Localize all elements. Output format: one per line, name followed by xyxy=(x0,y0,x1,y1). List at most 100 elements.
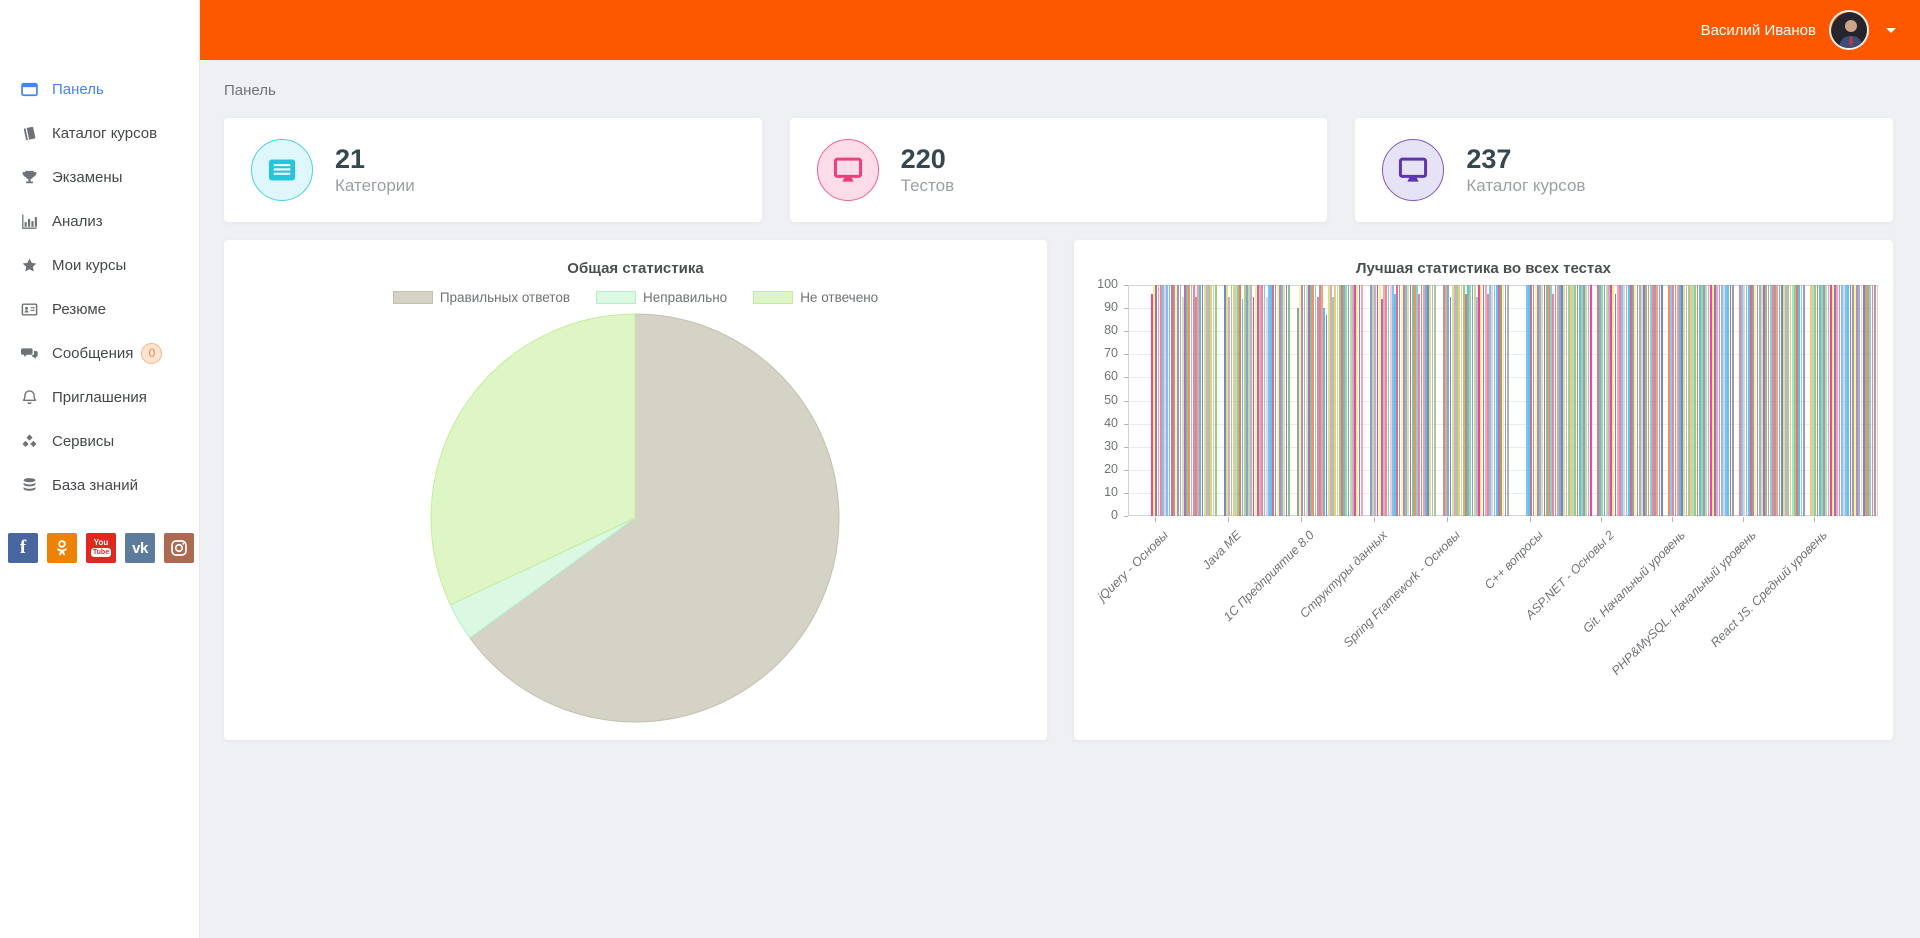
facebook-glyph: f xyxy=(20,537,26,559)
sidebar-item-analysis[interactable]: Анализ xyxy=(0,199,199,243)
y-axis-label: 10 xyxy=(1074,485,1118,499)
x-tick xyxy=(1672,517,1673,522)
legend-swatch xyxy=(393,291,433,304)
stat-label: Тестов xyxy=(901,176,954,196)
sidebar-item-label: Анализ xyxy=(52,213,103,230)
bar xyxy=(1874,285,1876,516)
vk-icon[interactable]: vk xyxy=(125,533,155,563)
user-name: Василий Иванов xyxy=(1701,22,1816,39)
x-axis-label: jQuery - Основы xyxy=(1095,528,1171,604)
bell-icon xyxy=(20,388,38,406)
y-tick xyxy=(1124,516,1128,517)
cubes-icon xyxy=(20,432,38,450)
y-axis-label: 100 xyxy=(1074,277,1118,291)
list-icon xyxy=(251,139,313,201)
x-tick xyxy=(1374,517,1375,522)
user-menu[interactable]: Василий Иванов xyxy=(1701,0,1896,60)
sidebar-item-my-courses[interactable]: Мои курсы xyxy=(0,243,199,287)
pie-legend: Правильных ответов Неправильно Не отвечено xyxy=(224,290,1047,305)
y-axis-label: 80 xyxy=(1074,323,1118,337)
sidebar-item-resume[interactable]: Резюме xyxy=(0,287,199,331)
x-tick xyxy=(1301,517,1302,522)
x-axis-label: Spring Framework - Основы xyxy=(1341,528,1463,650)
sidebar-item-panel[interactable]: Панель xyxy=(0,67,199,111)
bar xyxy=(1661,285,1663,516)
bar xyxy=(1732,285,1734,516)
y-tick xyxy=(1124,493,1128,494)
sidebar-item-messages[interactable]: Сообщения 0 xyxy=(0,331,199,375)
stat-value: 21 xyxy=(335,144,415,175)
sidebar-item-label: Сообщения xyxy=(52,345,133,362)
x-tick xyxy=(1155,517,1156,522)
sidebar-item-label: Каталог курсов xyxy=(52,125,157,142)
y-tick xyxy=(1124,447,1128,448)
sidebar-item-exams[interactable]: Экзамены xyxy=(0,155,199,199)
odnoklassniki-icon[interactable] xyxy=(47,533,77,563)
y-axis-label: 90 xyxy=(1074,300,1118,314)
sidebar-item-course-catalog[interactable]: Каталог курсов xyxy=(0,111,199,155)
youtube-icon[interactable]: YouTube xyxy=(86,533,116,563)
sidebar-item-label: Резюме xyxy=(52,301,106,318)
x-axis-label: C++ вопросы xyxy=(1482,528,1546,592)
stat-text: 237Каталог курсов xyxy=(1466,144,1585,195)
y-tick xyxy=(1124,470,1128,471)
legend-item: Неправильно xyxy=(596,290,727,305)
sidebar-item-label: Мои курсы xyxy=(52,257,126,274)
y-tick xyxy=(1124,285,1128,286)
stat-value: 220 xyxy=(901,144,954,175)
sidebar-item-services[interactable]: Сервисы xyxy=(0,419,199,463)
monitor-icon xyxy=(817,139,879,201)
y-tick xyxy=(1124,331,1128,332)
main-content: Панель 21Категории 220Тестов 237Каталог ку… xyxy=(200,60,1920,938)
y-tick xyxy=(1124,308,1128,309)
sidebar-item-label: Сервисы xyxy=(52,433,114,450)
chevron-down-icon xyxy=(1886,28,1896,33)
avatar[interactable] xyxy=(1829,10,1869,50)
bar xyxy=(1361,285,1363,516)
x-tick xyxy=(1447,517,1448,522)
instagram-icon[interactable] xyxy=(164,533,194,563)
y-axis-label: 50 xyxy=(1074,393,1118,407)
legend-item: Не отвечено xyxy=(753,290,878,305)
sidebar-nav: Панель Каталог курсов Экзамены Анализ Мои ку… xyxy=(0,0,199,507)
avatar-image xyxy=(1831,12,1869,50)
monitor-icon xyxy=(1382,139,1444,201)
stat-text: 220Тестов xyxy=(901,144,954,195)
window-icon xyxy=(20,80,38,98)
book-icon xyxy=(20,124,38,142)
y-axis-label: 70 xyxy=(1074,346,1118,360)
bar xyxy=(1803,285,1805,516)
bar xyxy=(1507,285,1509,516)
pie-chart-title: Общая статистика xyxy=(224,260,1047,277)
bar xyxy=(1215,285,1217,516)
legend-swatch xyxy=(596,291,636,304)
chart-icon xyxy=(20,212,38,230)
x-tick xyxy=(1228,517,1229,522)
stat-card-courses: 237Каталог курсов xyxy=(1355,118,1893,222)
stat-value: 237 xyxy=(1466,144,1585,175)
y-tick xyxy=(1124,377,1128,378)
legend-label: Правильных ответов xyxy=(440,290,570,305)
youtube-glyph: YouTube xyxy=(91,539,111,557)
stat-card-tests: 220Тестов xyxy=(790,118,1328,222)
y-axis-label: 40 xyxy=(1074,416,1118,430)
y-axis-label: 60 xyxy=(1074,369,1118,383)
bar-chart-card: Лучшая статистика во всех тестах 0102030… xyxy=(1074,240,1893,740)
messages-badge: 0 xyxy=(141,343,162,364)
sidebar-item-label: База знаний xyxy=(52,477,138,494)
stat-label: Категории xyxy=(335,176,415,196)
x-tick xyxy=(1530,517,1531,522)
database-icon xyxy=(20,476,38,494)
stat-label: Каталог курсов xyxy=(1466,176,1585,196)
bar-chart: 0102030405060708090100jQuery - ОсновыJav… xyxy=(1074,240,1893,740)
y-axis-label: 0 xyxy=(1074,508,1118,522)
facebook-icon[interactable]: f xyxy=(8,533,38,563)
sidebar-item-invitations[interactable]: Приглашения xyxy=(0,375,199,419)
pie-chart-card: Общая статистика Правильных ответов Непра… xyxy=(224,240,1047,740)
x-axis-label: Java ME xyxy=(1200,528,1244,572)
y-tick xyxy=(1124,401,1128,402)
x-tick xyxy=(1814,517,1815,522)
breadcrumb: Панель xyxy=(224,82,276,99)
sidebar-item-knowledge-base[interactable]: База знаний xyxy=(0,463,199,507)
y-tick xyxy=(1124,424,1128,425)
